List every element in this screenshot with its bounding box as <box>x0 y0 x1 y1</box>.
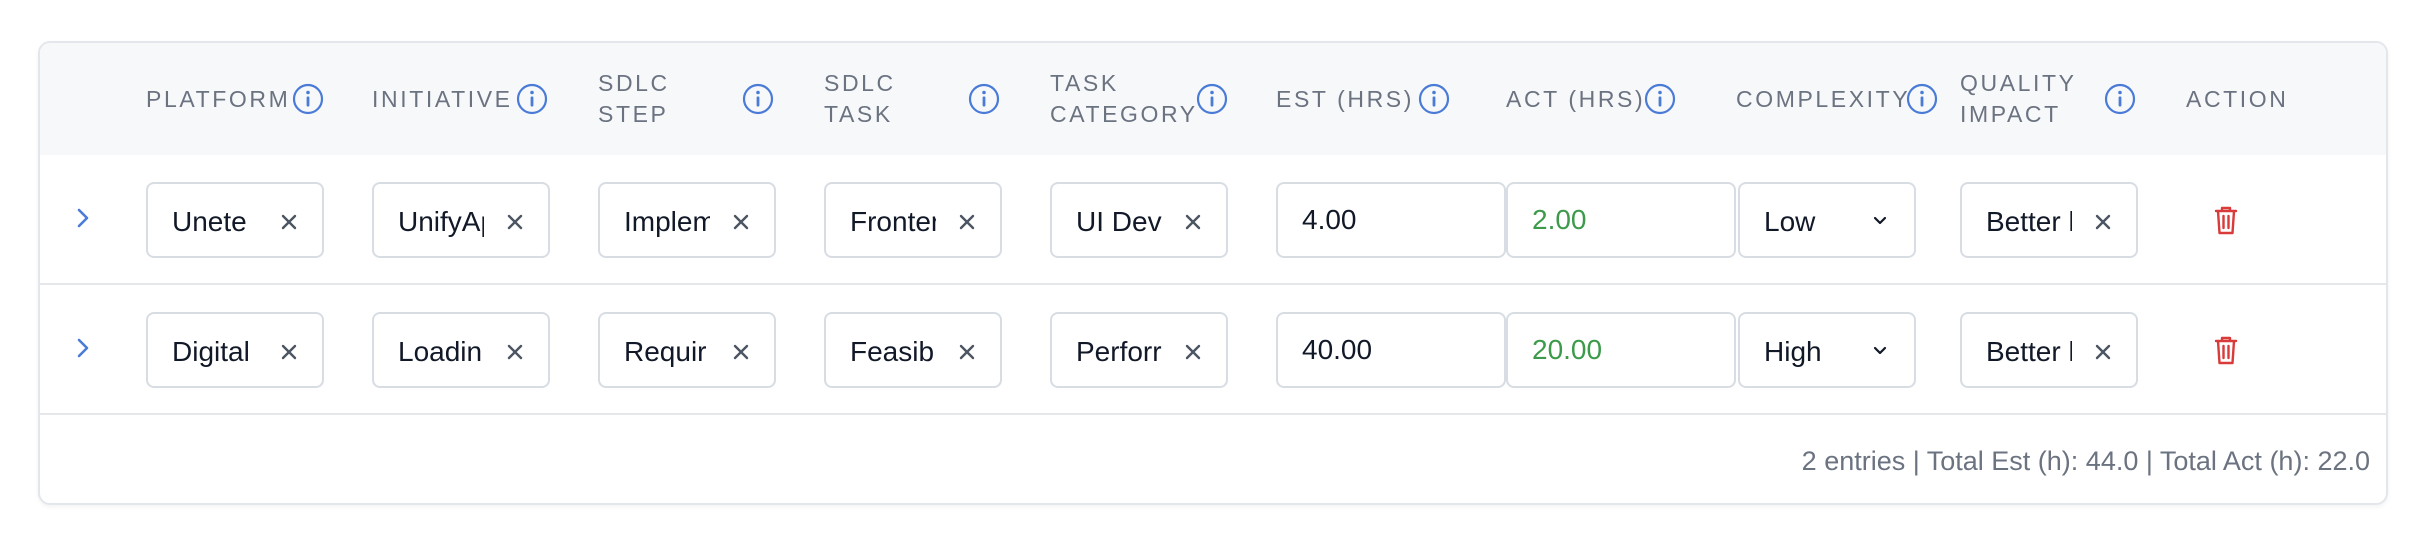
close-icon[interactable] <box>730 211 752 233</box>
sdlc-task-chip[interactable]: Feasib <box>824 312 1002 388</box>
column-header-task-category: TASK CATEGORY <box>1050 43 1198 155</box>
info-icon[interactable] <box>1196 83 1228 115</box>
chevron-down-icon <box>1872 214 1888 226</box>
sdlc-task-value: Fronter <box>850 206 936 237</box>
column-label-quality-impact: QUALITY IMPACT <box>1960 70 2077 127</box>
info-icon[interactable] <box>1418 83 1450 115</box>
column-header-sdlc-task: SDLC TASK <box>824 43 896 155</box>
column-label-complexity: COMPLEXITY <box>1736 85 1911 112</box>
initiative-value: UnifyAp <box>398 206 484 237</box>
complexity-select[interactable]: Low <box>1738 182 1916 258</box>
info-icon[interactable] <box>1906 83 1938 115</box>
close-icon[interactable] <box>504 211 526 233</box>
info-icon[interactable] <box>292 83 324 115</box>
trash-icon[interactable] <box>2210 333 2242 367</box>
close-icon[interactable] <box>1182 211 1204 233</box>
info-icon[interactable] <box>2104 83 2136 115</box>
quality-impact-chip[interactable]: Better l <box>1960 312 2138 388</box>
platform-chip[interactable]: Digital <box>146 312 324 388</box>
initiative-chip[interactable]: Loadin <box>372 312 550 388</box>
column-label-initiative: INITIATIVE <box>372 85 513 112</box>
sdlc-task-value: Feasib <box>850 336 935 367</box>
table-row: Unete UnifyAp Implem Fronter UI Dev 4.00… <box>40 155 2386 285</box>
task-category-chip[interactable]: Perforr <box>1050 312 1228 388</box>
chevron-down-icon <box>1872 344 1888 356</box>
close-icon[interactable] <box>504 341 526 363</box>
column-label-action: ACTION <box>2186 85 2289 112</box>
sdlc-step-chip[interactable]: Requir <box>598 312 776 388</box>
trash-icon[interactable] <box>2210 203 2242 237</box>
table-header: PLATFORM INITIATIVE SDLC STEP SDLC TASK … <box>40 43 2386 155</box>
column-label-act-hrs: ACT (HRS) <box>1506 85 1646 112</box>
column-header-sdlc-step: SDLC STEP <box>598 43 670 155</box>
platform-value: Unete <box>172 206 247 237</box>
table-row: Digital Loadin Requir Feasib Perforr 40.… <box>40 285 2386 415</box>
info-icon[interactable] <box>516 83 548 115</box>
column-label-est-hrs: EST (HRS) <box>1276 85 1414 112</box>
complexity-select[interactable]: High <box>1738 312 1916 388</box>
close-icon[interactable] <box>1182 341 1204 363</box>
close-icon[interactable] <box>2092 211 2114 233</box>
complexity-value: Low <box>1764 206 1816 237</box>
initiative-value: Loadin <box>398 336 483 367</box>
chevron-right-icon[interactable] <box>68 333 98 363</box>
column-label-platform: PLATFORM <box>146 85 291 112</box>
close-icon[interactable] <box>278 341 300 363</box>
sdlc-step-value: Requir <box>624 336 707 367</box>
act-hours-input[interactable]: 20.00 <box>1506 312 1736 388</box>
est-hours-input[interactable]: 4.00 <box>1276 182 1506 258</box>
column-label-sdlc-step: SDLC STEP <box>598 70 670 127</box>
close-icon[interactable] <box>278 211 300 233</box>
column-header-act-hrs: ACT (HRS) <box>1506 43 1645 155</box>
complexity-value: High <box>1764 336 1822 367</box>
task-category-value: UI Dev <box>1076 206 1162 237</box>
info-icon[interactable] <box>968 83 1000 115</box>
sdlc-step-chip[interactable]: Implem <box>598 182 776 258</box>
initiative-chip[interactable]: UnifyAp <box>372 182 550 258</box>
close-icon[interactable] <box>2092 341 2114 363</box>
info-icon[interactable] <box>1644 83 1676 115</box>
quality-impact-value: Better l <box>1986 206 2072 237</box>
act-hours-input[interactable]: 2.00 <box>1506 182 1736 258</box>
est-hours-input[interactable]: 40.00 <box>1276 312 1506 388</box>
task-category-value: Perforr <box>1076 336 1162 367</box>
platform-value: Digital <box>172 336 250 367</box>
sdlc-step-value: Implem <box>624 206 710 237</box>
column-header-initiative: INITIATIVE <box>372 43 513 155</box>
column-header-quality-impact: QUALITY IMPACT <box>1960 43 2077 155</box>
chevron-right-icon[interactable] <box>68 203 98 233</box>
close-icon[interactable] <box>956 211 978 233</box>
quality-impact-chip[interactable]: Better l <box>1960 182 2138 258</box>
column-label-sdlc-task: SDLC TASK <box>824 70 896 127</box>
column-header-complexity: COMPLEXITY <box>1736 43 1910 155</box>
platform-chip[interactable]: Unete <box>146 182 324 258</box>
column-header-est-hrs: EST (HRS) <box>1276 43 1414 155</box>
sdlc-task-chip[interactable]: Fronter <box>824 182 1002 258</box>
column-label-task-category: TASK CATEGORY <box>1050 70 1198 127</box>
close-icon[interactable] <box>730 341 752 363</box>
task-category-chip[interactable]: UI Dev <box>1050 182 1228 258</box>
column-header-platform: PLATFORM <box>146 43 290 155</box>
info-icon[interactable] <box>742 83 774 115</box>
tasks-table-card: PLATFORM INITIATIVE SDLC STEP SDLC TASK … <box>38 41 2388 505</box>
quality-impact-value: Better l <box>1986 336 2072 367</box>
column-header-action: ACTION <box>2186 43 2289 155</box>
close-icon[interactable] <box>956 341 978 363</box>
table-summary: 2 entries | Total Est (h): 44.0 | Total … <box>1801 446 2370 476</box>
